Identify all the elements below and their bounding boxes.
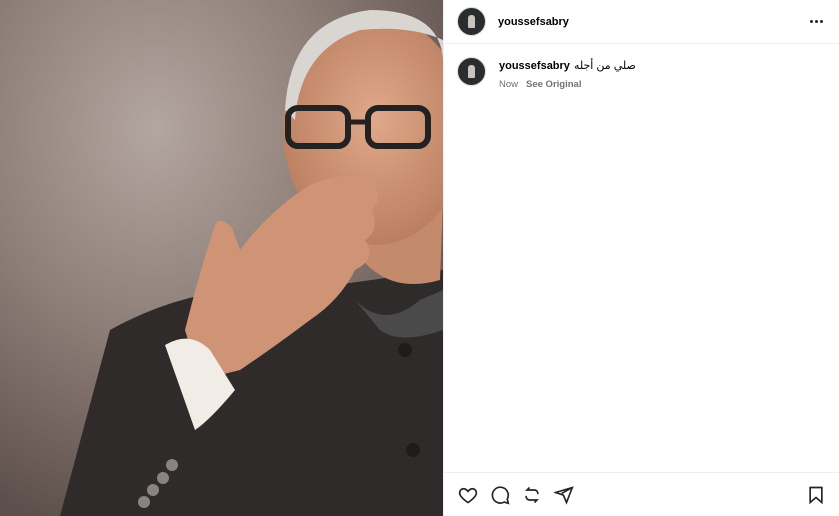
caption-row: youssefsabry صلي من أجله Now See Original: [444, 44, 839, 90]
post-photo[interactable]: [0, 0, 443, 516]
share-icon[interactable]: [553, 484, 575, 506]
photo-illustration: [0, 0, 443, 516]
avatar[interactable]: [457, 7, 486, 36]
post-container: youssefsabry youssefsabry صلي من أجله Now…: [0, 0, 839, 516]
more-options-icon[interactable]: [806, 16, 827, 27]
caption-body: youssefsabry صلي من أجله Now See Original: [499, 59, 636, 90]
action-bar: [444, 472, 839, 516]
see-original-link[interactable]: See Original: [526, 79, 581, 90]
caption-text: youssefsabry صلي من أجله: [499, 59, 636, 73]
post-header: youssefsabry: [444, 0, 839, 44]
repost-icon[interactable]: [521, 484, 543, 506]
caption-username[interactable]: youssefsabry: [499, 60, 570, 72]
username[interactable]: youssefsabry: [498, 16, 569, 28]
bookmark-icon[interactable]: [805, 484, 827, 506]
caption-meta: Now See Original: [499, 79, 636, 90]
heart-icon[interactable]: [457, 484, 479, 506]
caption-content: صلي من أجله: [573, 60, 636, 72]
post-sidebar: youssefsabry youssefsabry صلي من أجله Now…: [443, 0, 839, 516]
avatar[interactable]: [457, 57, 486, 86]
comment-icon[interactable]: [489, 484, 511, 506]
timestamp: Now: [499, 79, 519, 90]
